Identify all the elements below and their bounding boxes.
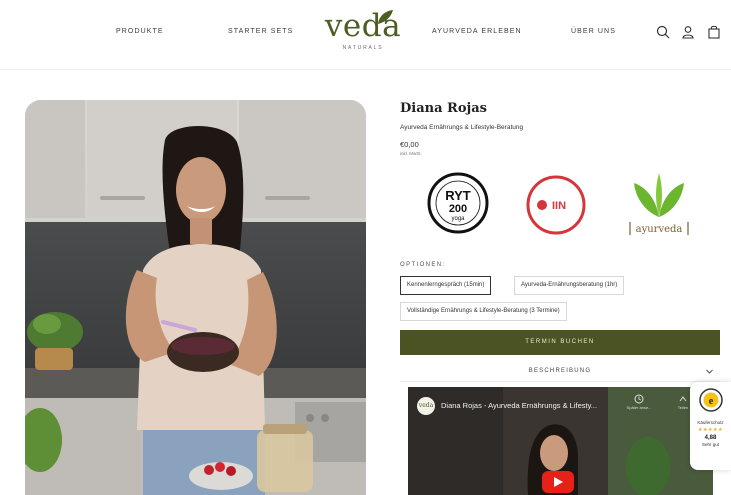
ayurveda-text: ayurveda: [636, 224, 683, 235]
ayurveda-badge: ayurveda: [629, 173, 689, 235]
watch-later-control[interactable]: Später anse...: [624, 394, 654, 410]
product-photo: [25, 100, 366, 495]
logo-subline: NATURALS: [342, 45, 384, 51]
site-header: PRODUKTE STARTER SETS veda NATURALS AYUR…: [0, 0, 731, 70]
youtube-video-embed[interactable]: veda Diana Rojas - Ayurveda Ernährungs &…: [408, 387, 713, 495]
leaf-icon: [378, 10, 393, 24]
description-label: BESCHREIBUNG: [528, 368, 592, 374]
veda-logo[interactable]: veda NATURALS: [322, 9, 404, 61]
iin-badge: IIN: [526, 175, 586, 235]
chevron-down-icon: [706, 369, 713, 374]
options-label: OPTIONEN:: [400, 262, 446, 268]
description-toggle[interactable]: BESCHREIBUNG: [400, 364, 720, 382]
video-title[interactable]: Diana Rojas - Ayurveda Ernährungs & Life…: [441, 401, 597, 410]
ryt-200-badge: RYT 200 yoga: [427, 172, 489, 234]
youtube-play-icon[interactable]: [542, 471, 574, 493]
ryt-number: 200: [449, 203, 467, 215]
svg-text:e: e: [708, 396, 713, 407]
channel-avatar[interactable]: veda: [417, 397, 435, 415]
nav-ueber-uns[interactable]: ÜBER UNS: [571, 28, 616, 35]
trusted-shops-widget[interactable]: e Käuferschutz ★★★★★ 4,88 Sehr gut: [690, 382, 731, 470]
option-kennenlerngespraech[interactable]: Kennenlerngespräch (15min): [400, 276, 492, 295]
rating-text: Sehr gut: [701, 442, 719, 447]
option-vollstaendige-beratung[interactable]: Vollständige Ernährungs & Lifestyle-Bera…: [400, 302, 567, 321]
search-icon[interactable]: [655, 24, 671, 40]
nav-ayurveda-erleben[interactable]: AYURVEDA ERLEBEN: [432, 28, 522, 35]
option-ernaehrungsberatung[interactable]: Ayurveda-Ernährungsberatung (1hr): [514, 276, 625, 295]
nav-produkte[interactable]: PRODUKTE: [116, 28, 164, 35]
share-icon: [679, 396, 687, 402]
product-title: Diana Rojas: [400, 101, 487, 116]
cart-icon[interactable]: [706, 24, 722, 40]
watch-later-label: Später anse...: [626, 405, 652, 410]
tax-note: inkl. MwSt.: [400, 151, 422, 156]
certification-badges: RYT 200 yoga IIN ayurveda: [400, 165, 720, 240]
buyer-protection-label: Käuferschutz: [697, 420, 724, 425]
trusted-shops-seal-icon: e: [698, 388, 723, 412]
book-appointment-button[interactable]: TERMIN BUCHEN: [400, 330, 720, 355]
clock-icon: [634, 394, 644, 404]
iin-text: IIN: [552, 200, 566, 212]
rating-stars: ★★★★★: [698, 427, 723, 433]
product-price: €0,00: [400, 140, 419, 149]
product-page: PRODUKTE STARTER SETS veda NATURALS AYUR…: [0, 0, 731, 495]
rating-score: 4,88: [704, 435, 717, 441]
photo-illustration: [25, 100, 366, 495]
account-icon[interactable]: [680, 24, 696, 40]
product-subtitle: Ayurveda Ernährungs & Lifestyle-Beratung: [400, 124, 524, 131]
nav-starter-sets[interactable]: STARTER SETS: [228, 28, 293, 35]
ryt-yoga: yoga: [451, 216, 465, 222]
ryt-letters: RYT: [445, 188, 471, 203]
